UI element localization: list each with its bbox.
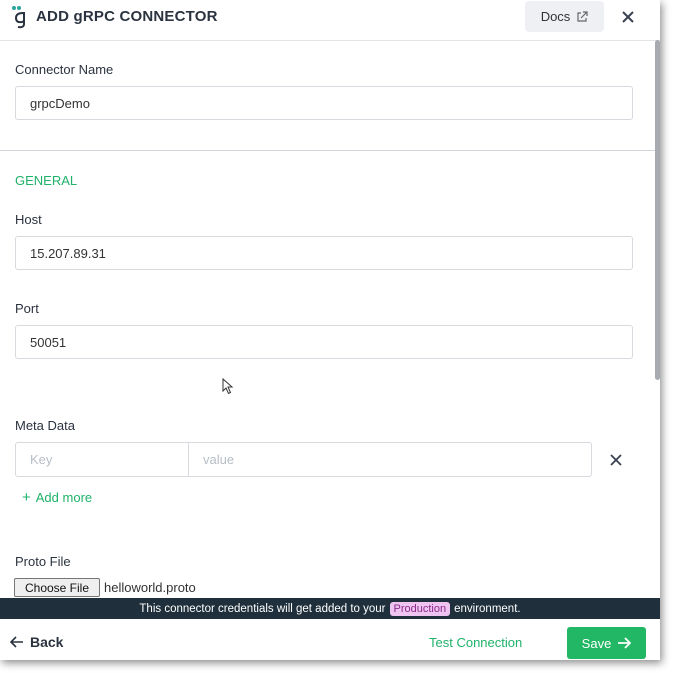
selected-file-name: helloworld.proto <box>104 580 196 595</box>
arrow-left-icon <box>10 636 23 648</box>
choose-file-button[interactable]: Choose File <box>14 578 100 597</box>
host-input[interactable]: 15.207.89.31 <box>15 236 633 270</box>
add-connector-panel: ADD gRPC CONNECTOR Docs Connector Name g… <box>0 0 660 660</box>
page-title: ADD gRPC CONNECTOR <box>36 8 218 25</box>
test-connection-button[interactable]: Test Connection <box>429 635 522 650</box>
docs-button[interactable]: Docs <box>525 1 604 32</box>
general-section-title: GENERAL <box>15 173 78 188</box>
meta-data-row: Key value <box>15 442 592 477</box>
plus-icon: + <box>22 489 31 506</box>
banner-text-before: This connector credentials will get adde… <box>139 602 386 615</box>
grpc-logo-icon <box>12 6 25 29</box>
close-icon[interactable] <box>620 9 636 25</box>
scrollbar[interactable] <box>655 40 660 380</box>
panel-footer: Back Test Connection Save <box>0 620 660 660</box>
back-button[interactable]: Back <box>10 634 63 650</box>
banner-text-after: environment. <box>454 602 521 615</box>
add-more-button[interactable]: + Add more <box>22 489 92 506</box>
panel-header: ADD gRPC CONNECTOR Docs <box>0 0 660 41</box>
connector-name-input[interactable]: grpcDemo <box>15 86 633 120</box>
remove-meta-row-icon[interactable] <box>609 453 623 467</box>
environment-banner: This connector credentials will get adde… <box>0 598 660 619</box>
meta-key-input[interactable]: Key <box>16 443 189 476</box>
host-label: Host <box>15 212 42 227</box>
add-more-label: Add more <box>35 490 93 505</box>
proto-file-label: Proto File <box>15 554 71 569</box>
port-input[interactable]: 50051 <box>15 325 633 359</box>
external-link-icon <box>577 10 588 22</box>
section-divider <box>0 150 658 151</box>
mouse-cursor-icon <box>222 378 234 395</box>
meta-value-input[interactable]: value <box>189 443 591 476</box>
environment-badge: Production <box>389 601 451 616</box>
meta-data-label: Meta Data <box>15 418 75 433</box>
save-label: Save <box>581 635 612 651</box>
port-label: Port <box>15 301 39 316</box>
save-button[interactable]: Save <box>567 627 646 659</box>
connector-name-label: Connector Name <box>15 62 114 77</box>
docs-label: Docs <box>540 9 571 24</box>
arrow-right-icon <box>618 637 632 649</box>
back-label: Back <box>30 634 64 650</box>
